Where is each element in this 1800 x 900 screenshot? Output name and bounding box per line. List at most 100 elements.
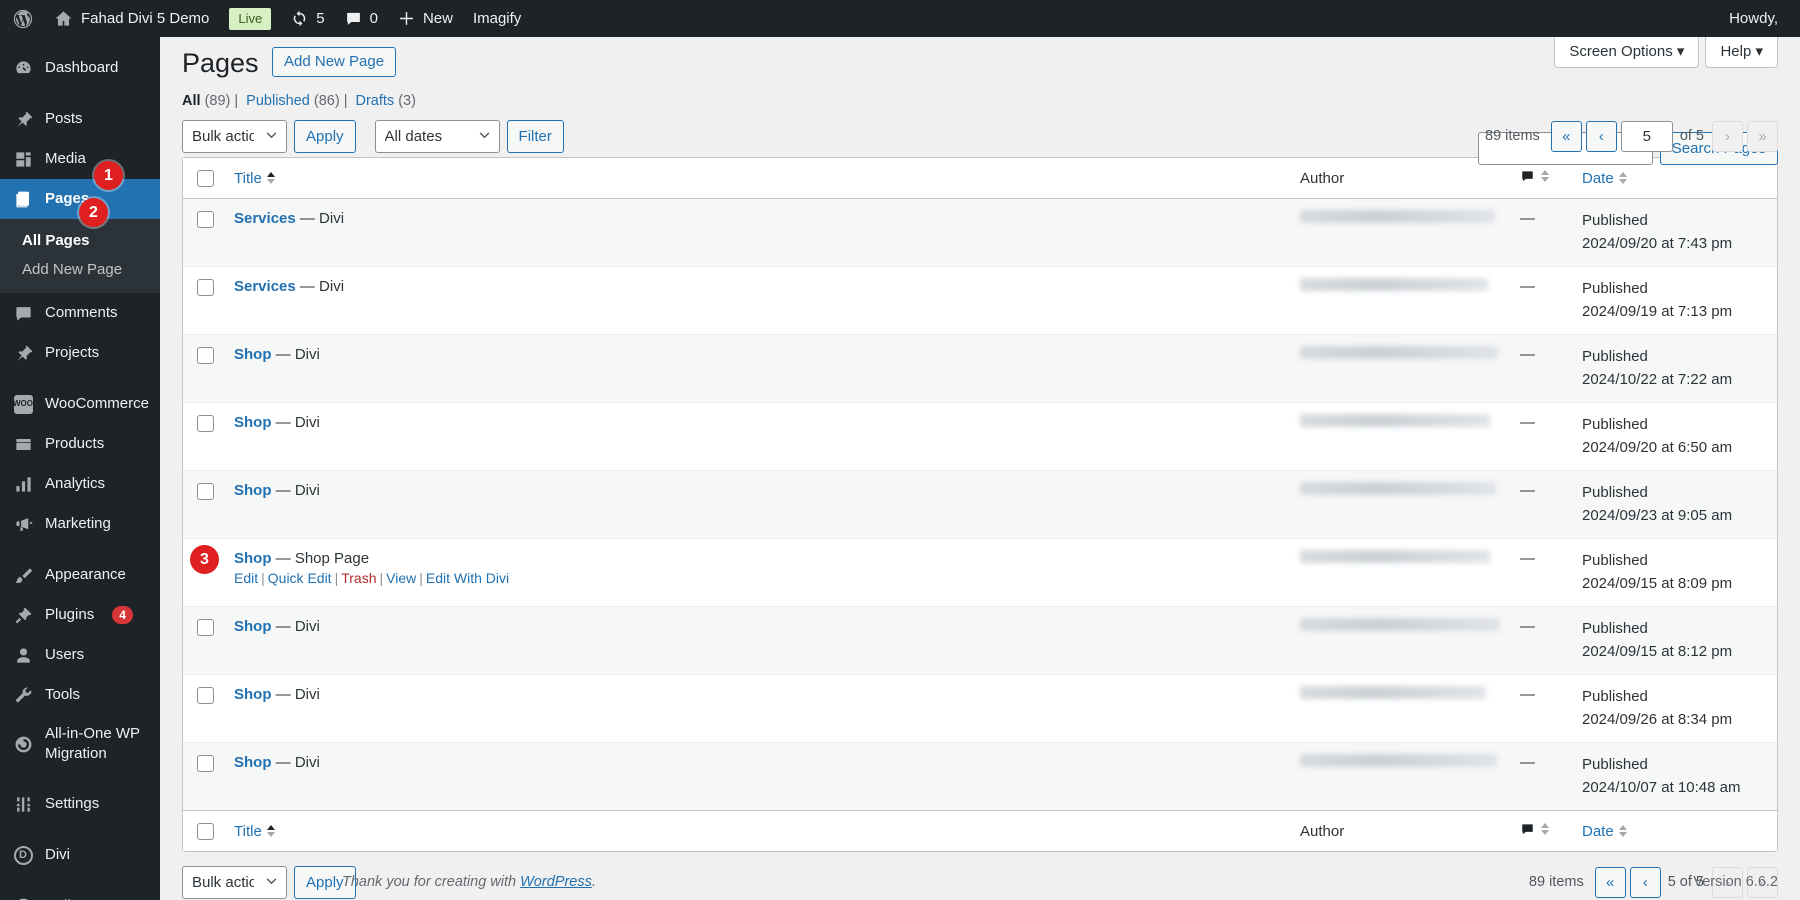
- row-action-quick-edit[interactable]: Quick Edit: [268, 570, 332, 586]
- row-title-cell: Shop — DiviEdit|Quick Edit|Trash|View|Ed…: [224, 674, 1290, 742]
- view-all-link[interactable]: All: [182, 93, 201, 109]
- updates-menu[interactable]: 5: [281, 0, 334, 37]
- sidebar-item-media[interactable]: Media: [0, 139, 160, 179]
- page-title-link[interactable]: Shop — Shop Page: [234, 550, 369, 567]
- sidebar-item-analytics[interactable]: Analytics: [0, 464, 160, 504]
- page-title-suffix: — Divi: [275, 686, 320, 704]
- sidebar-item-tools[interactable]: Tools: [0, 675, 160, 715]
- howdy-menu[interactable]: Howdy,: [1729, 10, 1800, 27]
- sort-indicator-icon: [1618, 825, 1627, 838]
- sort-by-comments-link-footer[interactable]: [1541, 823, 1549, 836]
- row-select-cell: [183, 334, 224, 402]
- row-action-trash[interactable]: Trash: [341, 570, 376, 586]
- sidebar-item-all-in-one-wp-migration[interactable]: All-in-One WP Migration: [0, 715, 160, 773]
- sidebar-item-users[interactable]: Users: [0, 635, 160, 675]
- table-row: Services — DiviEdit|Quick Edit|Trash|Vie…: [183, 199, 1777, 267]
- sidebar-item-posts[interactable]: Posts: [0, 99, 160, 139]
- filter-button[interactable]: Filter: [506, 119, 564, 153]
- page-title-link[interactable]: Shop — Divi: [234, 482, 320, 499]
- column-date-label: Date: [1582, 169, 1614, 187]
- sidebar-item-projects[interactable]: Projects: [0, 333, 160, 373]
- sidebar-item-dashboard[interactable]: Dashboard: [0, 48, 160, 88]
- sort-by-date-link[interactable]: Date: [1582, 170, 1627, 187]
- prev-page-button-top[interactable]: ‹: [1585, 120, 1617, 152]
- column-title-label: Title: [234, 169, 262, 187]
- row-date-cell: Published 2024/09/19 at 7:13 pm: [1572, 266, 1777, 334]
- row-checkbox[interactable]: [197, 278, 214, 296]
- select-all-checkbox-footer[interactable]: [197, 822, 214, 840]
- row-date-cell: Published 2024/09/23 at 9:05 am: [1572, 470, 1777, 538]
- sort-by-title-link-footer[interactable]: Title: [234, 823, 275, 840]
- row-checkbox[interactable]: [197, 686, 214, 704]
- sidebar-item-divi[interactable]: D Divi: [0, 835, 160, 875]
- sidebar-item-comments[interactable]: Comments: [0, 293, 160, 333]
- date-filter-select[interactable]: All dates: [374, 119, 500, 153]
- row-checkbox[interactable]: [197, 482, 214, 500]
- page-title-link[interactable]: Shop — Divi: [234, 754, 320, 771]
- admin-sidebar-menu: Dashboard Posts Media Pages All Pages Ad…: [0, 37, 160, 900]
- admin-bar: Fahad Divi 5 Demo Live 5 0 New Imagify H…: [0, 0, 1800, 37]
- row-author-cell: [1290, 402, 1510, 470]
- screen-options-button[interactable]: Screen Options ▾: [1554, 37, 1700, 68]
- current-page-input-top[interactable]: [1620, 120, 1673, 152]
- select-all-checkbox[interactable]: [197, 169, 214, 187]
- page-title-link[interactable]: Shop — Divi: [234, 618, 320, 635]
- table-row: Shop — DiviEdit|Quick Edit|Trash|View|Ed…: [183, 470, 1777, 539]
- pagination-top: 89 items « ‹ of 5 › »: [1485, 120, 1778, 152]
- menu-spacer: [0, 773, 160, 784]
- page-title-link[interactable]: Shop — Divi: [234, 346, 320, 363]
- row-title-cell: Shop — DiviEdit|Quick Edit|Trash|View|Ed…: [224, 470, 1290, 538]
- first-page-button-top[interactable]: «: [1550, 120, 1582, 152]
- row-action-edit[interactable]: Edit: [234, 570, 258, 586]
- analytics-bar-icon: [12, 473, 34, 495]
- sidebar-item-appearance[interactable]: Appearance: [0, 555, 160, 595]
- row-checkbox[interactable]: [197, 346, 214, 364]
- wordpress-link[interactable]: WordPress: [520, 874, 592, 890]
- step-badge-3: 3: [190, 545, 219, 574]
- row-comments-cell: —: [1510, 538, 1572, 606]
- live-status[interactable]: Live: [219, 0, 281, 37]
- view-published-link[interactable]: Published: [246, 93, 310, 109]
- row-action-view[interactable]: View: [386, 570, 416, 586]
- sidebar-item-plugins[interactable]: Plugins 4: [0, 595, 160, 635]
- admin-footer: Thank you for creating with WordPress. V…: [342, 874, 1778, 890]
- bulk-actions-select-bottom[interactable]: Bulk actions: [182, 865, 287, 899]
- page-title-link[interactable]: Shop — Divi: [234, 414, 320, 431]
- comment-bubble-icon: [12, 302, 34, 324]
- row-status: Published: [1582, 348, 1648, 366]
- column-footer-date: Date: [1572, 810, 1777, 852]
- sort-by-title-link[interactable]: Title: [234, 170, 275, 187]
- row-action-edit-with-divi[interactable]: Edit With Divi: [426, 570, 509, 586]
- page-title-link[interactable]: Shop — Divi: [234, 686, 320, 703]
- sidebar-item-products[interactable]: Products: [0, 424, 160, 464]
- sidebar-item-all-pages[interactable]: All Pages: [0, 226, 160, 255]
- help-button[interactable]: Help ▾: [1705, 37, 1778, 68]
- sidebar-item-woocommerce[interactable]: WOO WooCommerce: [0, 384, 160, 424]
- page-title-link[interactable]: Services — Divi: [234, 278, 344, 295]
- view-drafts-link[interactable]: Drafts: [356, 93, 395, 109]
- row-date-cell: Published 2024/09/20 at 6:50 am: [1572, 402, 1777, 470]
- site-name-menu[interactable]: Fahad Divi 5 Demo: [44, 0, 219, 37]
- bulk-actions-select-wrap-bottom: Bulk actions: [182, 865, 287, 899]
- sidebar-item-settings[interactable]: Settings: [0, 784, 160, 824]
- sidebar-item-collapse-menu[interactable]: Collapse menu: [0, 886, 160, 900]
- row-checkbox[interactable]: [197, 414, 214, 432]
- row-checkbox[interactable]: [197, 210, 214, 228]
- sidebar-item-add-new-page[interactable]: Add New Page: [0, 255, 160, 284]
- sidebar-item-label: Marketing: [45, 515, 111, 532]
- sort-by-date-link-footer[interactable]: Date: [1582, 823, 1627, 840]
- imagify-menu[interactable]: Imagify: [463, 0, 531, 37]
- new-content-menu[interactable]: New: [388, 0, 463, 37]
- comments-menu[interactable]: 0: [335, 0, 388, 37]
- sidebar-item-marketing[interactable]: Marketing: [0, 504, 160, 544]
- apply-bulk-action-button-top[interactable]: Apply: [294, 119, 356, 153]
- sort-by-comments-link[interactable]: [1541, 170, 1549, 183]
- bulk-actions-select[interactable]: Bulk actions: [182, 119, 287, 153]
- sidebar-item-label: Media: [45, 150, 86, 167]
- row-checkbox[interactable]: [197, 618, 214, 636]
- row-checkbox[interactable]: [197, 754, 214, 772]
- page-title-link[interactable]: Services — Divi: [234, 210, 344, 227]
- add-new-page-button[interactable]: Add New Page: [272, 46, 397, 77]
- row-select-cell: [183, 606, 224, 674]
- wordpress-logo-menu[interactable]: [0, 0, 44, 37]
